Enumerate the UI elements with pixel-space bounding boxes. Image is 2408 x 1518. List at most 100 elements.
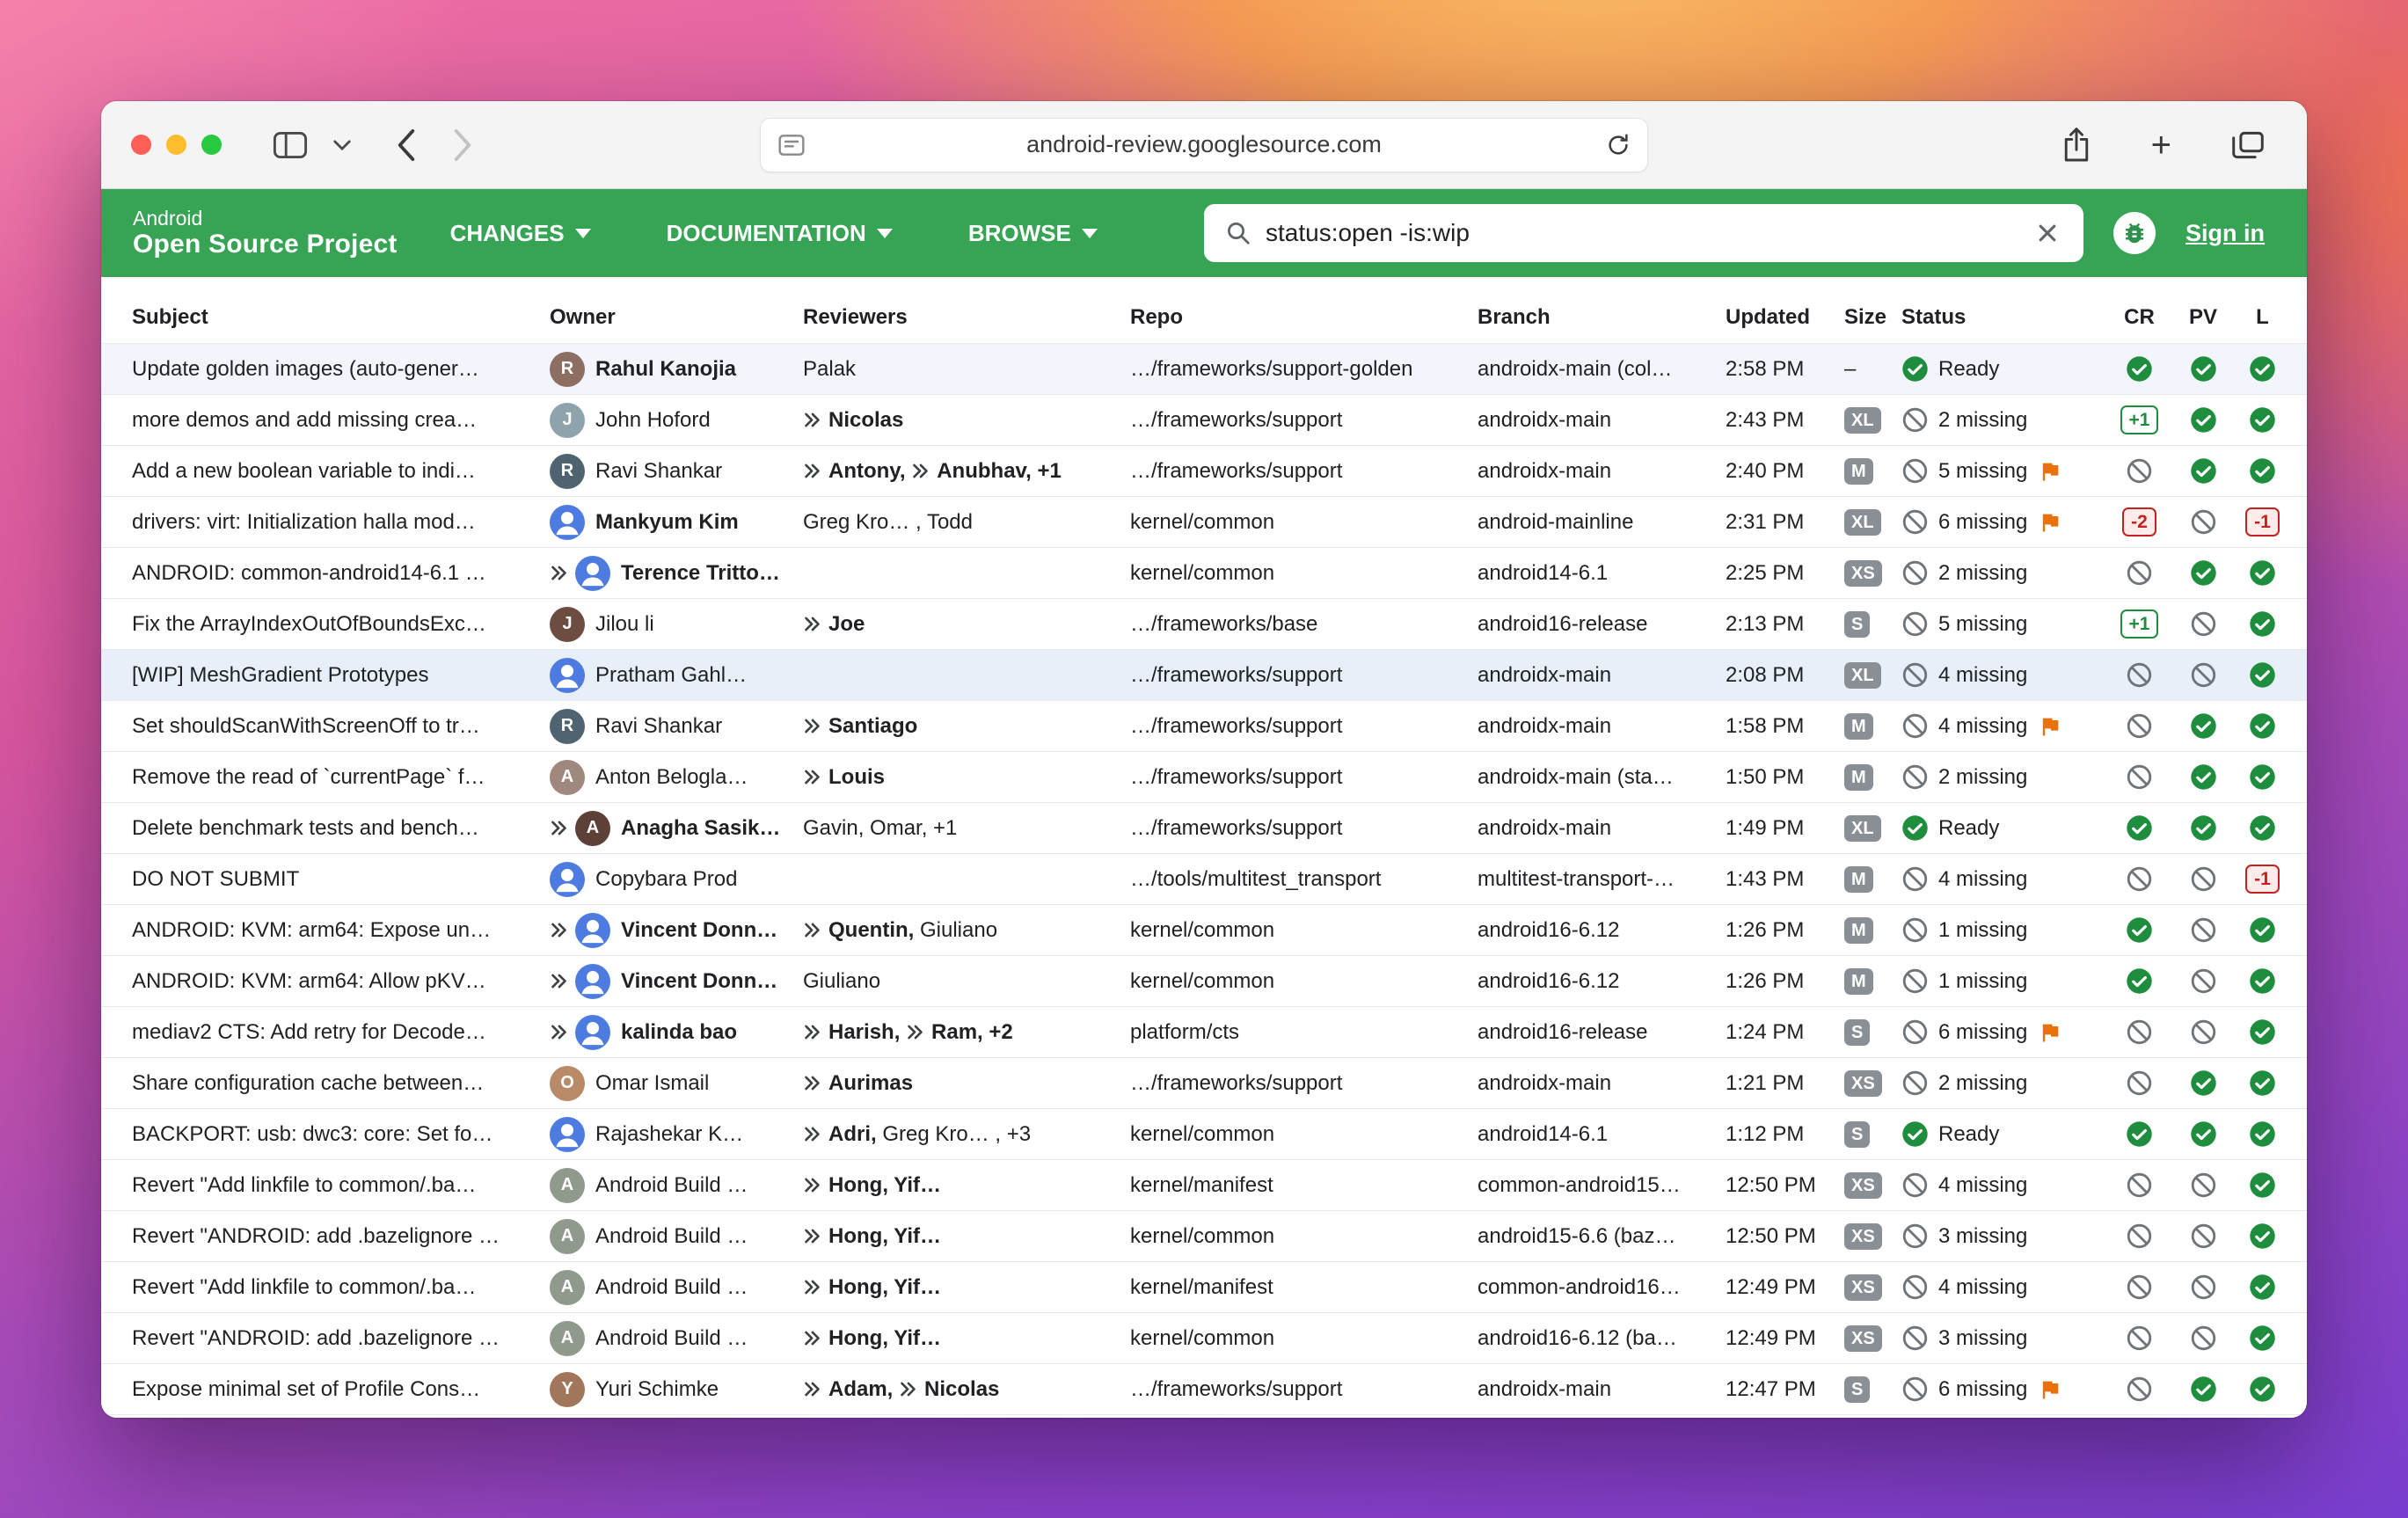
change-reviewers[interactable]: Quentin, Giuliano: [803, 905, 1130, 955]
change-reviewers[interactable]: Palak: [803, 344, 1130, 394]
change-repo[interactable]: kernel/common: [1130, 497, 1478, 547]
chevron-down-icon[interactable]: [332, 139, 352, 151]
change-subject[interactable]: DO NOT SUBMIT: [132, 854, 550, 904]
change-branch[interactable]: android16-release: [1478, 1007, 1726, 1057]
change-branch[interactable]: android16-release: [1478, 599, 1726, 649]
change-row[interactable]: Share configuration cache between…OOmar …: [101, 1058, 2307, 1109]
change-repo[interactable]: kernel/common: [1130, 1211, 1478, 1261]
change-subject[interactable]: Expose minimal set of Profile Cons…: [132, 1364, 550, 1414]
sidebar-toggle-button[interactable]: [273, 131, 308, 159]
change-repo[interactable]: …/frameworks/support: [1130, 395, 1478, 445]
change-owner[interactable]: AAnagha Sasik…: [550, 803, 803, 853]
change-reviewers[interactable]: Nicolas: [803, 395, 1130, 445]
new-tab-button[interactable]: +: [2151, 128, 2171, 163]
change-owner[interactable]: Pratham Gahl…: [550, 650, 803, 700]
change-subject[interactable]: Delete benchmark tests and bench…: [132, 803, 550, 853]
change-branch[interactable]: android14-6.1: [1478, 1109, 1726, 1159]
change-branch[interactable]: androidx-main (col…: [1478, 344, 1726, 394]
change-repo[interactable]: kernel/manifest: [1130, 1160, 1478, 1210]
minimize-window-button[interactable]: [166, 135, 186, 155]
change-row[interactable]: Delete benchmark tests and bench…AAnagha…: [101, 803, 2307, 854]
change-branch[interactable]: common-android16…: [1478, 1262, 1726, 1312]
change-repo[interactable]: kernel/common: [1130, 956, 1478, 1006]
change-reviewers[interactable]: Antony, Anubhav, +1: [803, 446, 1130, 496]
menu-changes[interactable]: CHANGES: [450, 220, 591, 247]
change-branch[interactable]: android-mainline: [1478, 497, 1726, 547]
change-reviewers[interactable]: Louis: [803, 752, 1130, 802]
change-row[interactable]: Revert "Add linkfile to common/.ba…AAndr…: [101, 1262, 2307, 1313]
change-repo[interactable]: …/frameworks/support: [1130, 650, 1478, 700]
search-bar[interactable]: [1204, 204, 2083, 262]
search-input[interactable]: [1266, 219, 2032, 247]
change-branch[interactable]: androidx-main: [1478, 1058, 1726, 1108]
change-row[interactable]: [WIP] MeshGradient PrototypesPratham Gah…: [101, 650, 2307, 701]
change-row[interactable]: Revert "Add linkfile to common/.ba…AAndr…: [101, 1160, 2307, 1211]
change-row[interactable]: Add a new boolean variable to indi…RRavi…: [101, 446, 2307, 497]
change-branch[interactable]: common-android15…: [1478, 1160, 1726, 1210]
change-subject[interactable]: Fix the ArrayIndexOutOfBoundsExc…: [132, 599, 550, 649]
change-repo[interactable]: kernel/common: [1130, 1109, 1478, 1159]
menu-browse[interactable]: BROWSE: [968, 220, 1098, 247]
change-branch[interactable]: androidx-main: [1478, 1364, 1726, 1414]
change-subject[interactable]: drivers: virt: Initialization halla mod…: [132, 497, 550, 547]
change-reviewers[interactable]: Joe: [803, 599, 1130, 649]
share-button[interactable]: [2061, 127, 2091, 164]
change-reviewers[interactable]: Adri, Greg Kro… , +3: [803, 1109, 1130, 1159]
reload-button[interactable]: [1605, 132, 1631, 158]
change-branch[interactable]: android16-6.12: [1478, 956, 1726, 1006]
change-reviewers[interactable]: [803, 854, 1130, 904]
change-reviewers[interactable]: Santiago: [803, 701, 1130, 751]
change-row[interactable]: mediav2 CTS: Add retry for Decode…kalind…: [101, 1007, 2307, 1058]
change-owner[interactable]: RRahul Kanojia: [550, 344, 803, 394]
change-repo[interactable]: kernel/manifest: [1130, 1262, 1478, 1312]
change-owner[interactable]: AAndroid Build …: [550, 1262, 803, 1312]
change-subject[interactable]: Revert "Add linkfile to common/.ba…: [132, 1262, 550, 1312]
change-reviewers[interactable]: Hong, Yif…: [803, 1211, 1130, 1261]
aosp-logo[interactable]: Android Open Source Project: [133, 208, 398, 259]
change-subject[interactable]: Remove the read of `currentPage` f…: [132, 752, 550, 802]
change-repo[interactable]: …/frameworks/support: [1130, 701, 1478, 751]
change-row[interactable]: DO NOT SUBMITCopybara Prod…/tools/multit…: [101, 854, 2307, 905]
change-row[interactable]: Revert "ANDROID: add .bazelignore …AAndr…: [101, 1313, 2307, 1364]
change-repo[interactable]: …/frameworks/support: [1130, 1058, 1478, 1108]
change-subject[interactable]: ANDROID: common-android14-6.1 …: [132, 548, 550, 598]
change-reviewers[interactable]: Greg Kro… , Todd: [803, 497, 1130, 547]
change-subject[interactable]: Add a new boolean variable to indi…: [132, 446, 550, 496]
change-owner[interactable]: JJohn Hoford: [550, 395, 803, 445]
change-owner[interactable]: AAndroid Build …: [550, 1211, 803, 1261]
website-settings-icon[interactable]: [778, 135, 805, 156]
change-branch[interactable]: androidx-main: [1478, 701, 1726, 751]
change-row[interactable]: more demos and add missing crea…JJohn Ho…: [101, 395, 2307, 446]
change-row[interactable]: drivers: virt: Initialization halla mod……: [101, 497, 2307, 548]
change-branch[interactable]: multitest-transport-…: [1478, 854, 1726, 904]
change-repo[interactable]: kernel/common: [1130, 1313, 1478, 1363]
change-repo[interactable]: platform/cts: [1130, 1007, 1478, 1057]
clear-search-button[interactable]: [2032, 218, 2062, 248]
forward-button[interactable]: [452, 128, 473, 162]
change-subject[interactable]: more demos and add missing crea…: [132, 395, 550, 445]
change-subject[interactable]: ANDROID: KVM: arm64: Expose un…: [132, 905, 550, 955]
change-repo[interactable]: …/frameworks/support-golden: [1130, 344, 1478, 394]
change-row[interactable]: ANDROID: KVM: arm64: Expose un…Vincent D…: [101, 905, 2307, 956]
change-branch[interactable]: android16-6.12 (ba…: [1478, 1313, 1726, 1363]
change-subject[interactable]: BACKPORT: usb: dwc3: core: Set fo…: [132, 1109, 550, 1159]
change-repo[interactable]: …/frameworks/support: [1130, 752, 1478, 802]
change-branch[interactable]: androidx-main: [1478, 803, 1726, 853]
change-row[interactable]: BACKPORT: usb: dwc3: core: Set fo…Rajash…: [101, 1109, 2307, 1160]
change-branch[interactable]: android14-6.1: [1478, 548, 1726, 598]
change-owner[interactable]: RRavi Shankar: [550, 701, 803, 751]
change-owner[interactable]: Vincent Donn…: [550, 956, 803, 1006]
change-subject[interactable]: [WIP] MeshGradient Prototypes: [132, 650, 550, 700]
change-repo[interactable]: kernel/common: [1130, 548, 1478, 598]
change-branch[interactable]: android15-6.6 (baz…: [1478, 1211, 1726, 1261]
change-subject[interactable]: Revert "Add linkfile to common/.ba…: [132, 1160, 550, 1210]
change-repo[interactable]: …/tools/multitest_transport: [1130, 854, 1478, 904]
change-reviewers[interactable]: Aurimas: [803, 1058, 1130, 1108]
change-owner[interactable]: Rajashekar K…: [550, 1109, 803, 1159]
change-owner[interactable]: Vincent Donn…: [550, 905, 803, 955]
change-row[interactable]: Expose minimal set of Profile Cons…YYuri…: [101, 1364, 2307, 1415]
change-reviewers[interactable]: [803, 650, 1130, 700]
sign-in-link[interactable]: Sign in: [2185, 220, 2265, 247]
change-subject[interactable]: ANDROID: KVM: arm64: Allow pKV…: [132, 956, 550, 1006]
change-subject[interactable]: Update golden images (auto-gener…: [132, 344, 550, 394]
